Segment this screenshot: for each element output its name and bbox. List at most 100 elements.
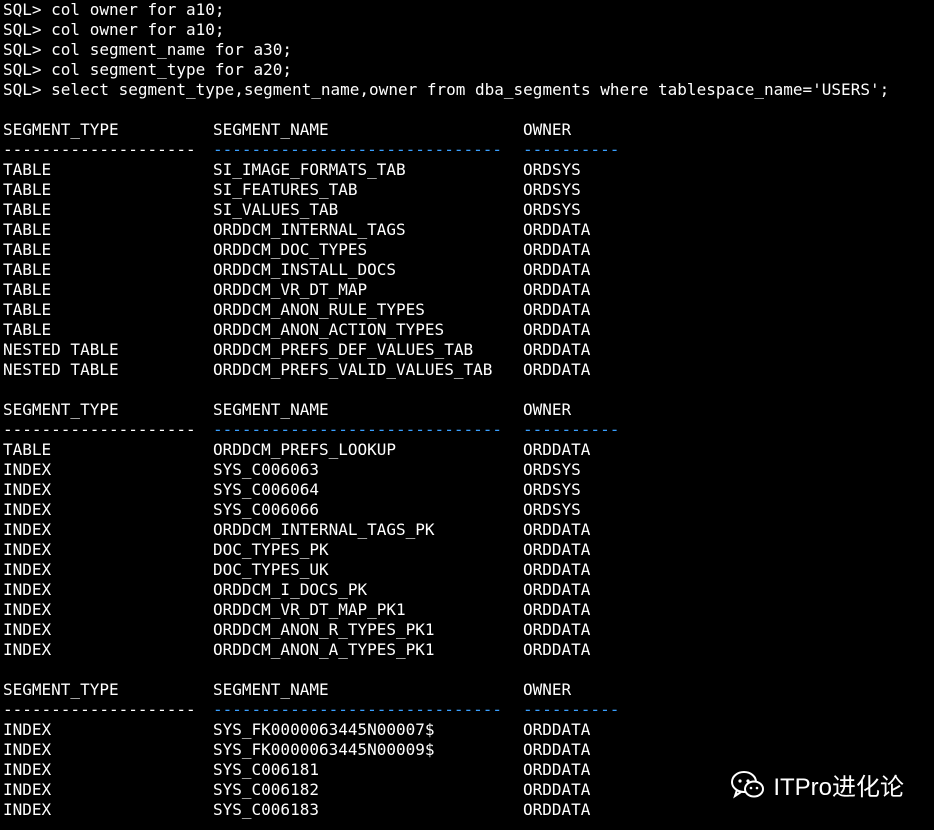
cell-segment-type: INDEX — [3, 500, 52, 519]
results-header-row: SEGMENT_TYPE SEGMENT_NAME OWNER — [3, 680, 931, 700]
cell-segment-name: SYS_C006182 — [213, 780, 319, 799]
table-row: INDEX ORDDCM_ANON_A_TYPES_PK1 ORDDATA — [3, 640, 931, 660]
cell-owner: ORDDATA — [523, 780, 591, 799]
table-row: INDEX DOC_TYPES_UK ORDDATA — [3, 560, 931, 580]
cell-segment-name: SYS_C006064 — [213, 480, 319, 499]
table-row: NESTED TABLE ORDDCM_PREFS_DEF_VALUES_TAB O… — [3, 340, 931, 360]
table-row: INDEX ORDDCM_INTERNAL_TAGS_PK ORDDATA — [3, 520, 931, 540]
separator-owner: ---------- — [523, 700, 620, 719]
header-segment-name: SEGMENT_NAME — [213, 120, 329, 139]
cell-owner: ORDDATA — [523, 220, 591, 239]
separator-segment-name: ------------------------------ — [213, 700, 502, 719]
cell-owner: ORDDATA — [523, 720, 591, 739]
table-row: INDEX ORDDCM_ANON_R_TYPES_PK1 ORDDATA — [3, 620, 931, 640]
sql-command-lines: SQL> col owner for a10; SQL> col owner f… — [3, 0, 931, 100]
cell-owner: ORDDATA — [523, 600, 591, 619]
separator-segment-type: -------------------- — [3, 420, 196, 439]
cell-segment-type: TABLE — [3, 200, 52, 219]
cell-owner: ORDDATA — [523, 440, 591, 459]
query-results: SEGMENT_TYPE SEGMENT_NAME OWNER -----------… — [3, 100, 931, 820]
cell-owner: ORDSYS — [523, 480, 581, 499]
cell-segment-type: INDEX — [3, 760, 52, 779]
cell-owner: ORDDATA — [523, 580, 591, 599]
separator-segment-name: ------------------------------ — [213, 140, 502, 159]
cell-owner: ORDDATA — [523, 740, 591, 759]
cell-segment-type: INDEX — [3, 800, 52, 819]
cell-segment-type: TABLE — [3, 440, 52, 459]
cell-owner: ORDDATA — [523, 240, 591, 259]
cell-segment-name: SYS_FK0000063445N00007$ — [213, 720, 435, 739]
separator-segment-type: -------------------- — [3, 700, 196, 719]
table-row: TABLE ORDDCM_INTERNAL_TAGS ORDDATA — [3, 220, 931, 240]
header-segment-name: SEGMENT_NAME — [213, 680, 329, 699]
cell-segment-type: INDEX — [3, 480, 52, 499]
cell-segment-name: SYS_FK0000063445N00009$ — [213, 740, 435, 759]
table-row: INDEX SYS_C006066 ORDSYS — [3, 500, 931, 520]
sql-line: SQL> col owner for a10; — [3, 20, 225, 39]
cell-segment-type: TABLE — [3, 320, 52, 339]
cell-owner: ORDDATA — [523, 320, 591, 339]
cell-segment-type: INDEX — [3, 540, 52, 559]
cell-segment-type: TABLE — [3, 300, 52, 319]
watermark: ITPro进化论 — [731, 767, 904, 802]
table-row: INDEX SYS_C006064 ORDSYS — [3, 480, 931, 500]
cell-segment-name: SYS_C006181 — [213, 760, 319, 779]
cell-owner: ORDDATA — [523, 300, 591, 319]
cell-owner: ORDDATA — [523, 540, 591, 559]
table-row: TABLE ORDDCM_ANON_RULE_TYPES ORDDATA — [3, 300, 931, 320]
separator-owner: ---------- — [523, 420, 620, 439]
table-row: TABLE SI_IMAGE_FORMATS_TAB ORDSYS — [3, 160, 931, 180]
cell-owner: ORDDATA — [523, 340, 591, 359]
table-row: INDEX SYS_FK0000063445N00007$ ORDDATA — [3, 720, 931, 740]
cell-owner: ORDSYS — [523, 180, 581, 199]
cell-owner: ORDDATA — [523, 640, 591, 659]
table-row: TABLE SI_FEATURES_TAB ORDSYS — [3, 180, 931, 200]
cell-owner: ORDDATA — [523, 760, 591, 779]
header-owner: OWNER — [523, 120, 572, 139]
results-header-row: SEGMENT_TYPE SEGMENT_NAME OWNER — [3, 400, 931, 420]
table-row: TABLE SI_VALUES_TAB ORDSYS — [3, 200, 931, 220]
cell-owner: ORDDATA — [523, 800, 591, 819]
results-header-row: SEGMENT_TYPE SEGMENT_NAME OWNER — [3, 120, 931, 140]
cell-owner: ORDSYS — [523, 160, 581, 179]
cell-owner: ORDDATA — [523, 280, 591, 299]
sql-line: SQL> col owner for a10; — [3, 0, 225, 19]
cell-segment-name: ORDDCM_I_DOCS_PK — [213, 580, 368, 599]
cell-owner: ORDSYS — [523, 460, 581, 479]
header-owner: OWNER — [523, 400, 572, 419]
cell-segment-name: ORDDCM_PREFS_LOOKUP — [213, 440, 397, 459]
cell-segment-type: TABLE — [3, 240, 52, 259]
cell-segment-name: ORDDCM_INSTALL_DOCS — [213, 260, 397, 279]
cell-segment-name: ORDDCM_DOC_TYPES — [213, 240, 368, 259]
header-segment-type: SEGMENT_TYPE — [3, 400, 119, 419]
table-row: TABLE ORDDCM_PREFS_LOOKUP ORDDATA — [3, 440, 931, 460]
sql-line: SQL> col segment_type for a20; — [3, 60, 292, 79]
table-row: TABLE ORDDCM_INSTALL_DOCS ORDDATA — [3, 260, 931, 280]
sql-line: SQL> select segment_type,segment_name,ow… — [3, 80, 890, 99]
results-separator-row: -------------------- --------------------… — [3, 140, 931, 160]
cell-segment-type: INDEX — [3, 520, 52, 539]
cell-owner: ORDSYS — [523, 200, 581, 219]
cell-segment-name: ORDDCM_VR_DT_MAP_PK1 — [213, 600, 406, 619]
header-owner: OWNER — [523, 680, 572, 699]
cell-segment-name: SI_IMAGE_FORMATS_TAB — [213, 160, 406, 179]
sql-line: SQL> col segment_name for a30; — [3, 40, 292, 59]
cell-segment-name: SI_FEATURES_TAB — [213, 180, 358, 199]
table-row: TABLE ORDDCM_DOC_TYPES ORDDATA — [3, 240, 931, 260]
cell-owner: ORDDATA — [523, 520, 591, 539]
table-row: INDEX SYS_C006063 ORDSYS — [3, 460, 931, 480]
terminal-window[interactable]: SQL> col owner for a10; SQL> col owner f… — [3, 0, 931, 830]
header-segment-type: SEGMENT_TYPE — [3, 680, 119, 699]
cell-segment-type: INDEX — [3, 640, 52, 659]
separator-segment-type: -------------------- — [3, 140, 196, 159]
watermark-text: ITPro进化论 — [773, 774, 904, 801]
cell-owner: ORDDATA — [523, 560, 591, 579]
cell-segment-name: ORDDCM_VR_DT_MAP — [213, 280, 368, 299]
separator-owner: ---------- — [523, 140, 620, 159]
table-row: TABLE ORDDCM_ANON_ACTION_TYPES ORDDATA — [3, 320, 931, 340]
cell-segment-type: NESTED TABLE — [3, 360, 119, 379]
cell-segment-type: TABLE — [3, 260, 52, 279]
cell-segment-type: INDEX — [3, 720, 52, 739]
